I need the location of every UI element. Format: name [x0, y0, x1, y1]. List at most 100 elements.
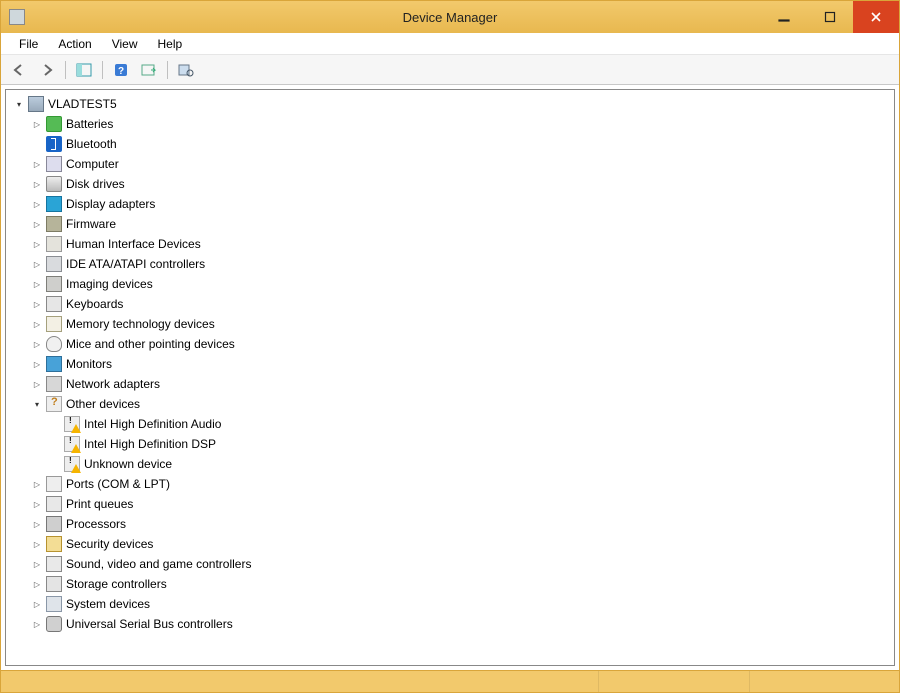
- tree-item-label: Universal Serial Bus controllers: [66, 617, 233, 631]
- tree-item[interactable]: ▷ Display adapters: [12, 194, 892, 214]
- close-button[interactable]: [853, 1, 899, 33]
- chevron-right-icon[interactable]: ▷: [30, 617, 44, 631]
- tree-item[interactable]: ▷ IDE ATA/ATAPI controllers: [12, 254, 892, 274]
- battery-icon: [46, 116, 62, 132]
- system-icon: [46, 596, 62, 612]
- chevron-down-icon[interactable]: ▾: [12, 97, 26, 111]
- tree-item[interactable]: ▷ Universal Serial Bus controllers: [12, 614, 892, 634]
- device-manager-window: Device Manager File Action View Help: [0, 0, 900, 693]
- tree-item-label: Ports (COM & LPT): [66, 477, 170, 491]
- tree-item[interactable]: ▷ Human Interface Devices: [12, 234, 892, 254]
- tree-item-label: Disk drives: [66, 177, 125, 191]
- chevron-right-icon[interactable]: ▷: [30, 177, 44, 191]
- tree-item[interactable]: ▷ Monitors: [12, 354, 892, 374]
- chevron-right-icon[interactable]: ▷: [30, 257, 44, 271]
- toolbar-scan-button[interactable]: [137, 59, 161, 81]
- pc-icon: [46, 156, 62, 172]
- chevron-right-icon[interactable]: ▷: [30, 197, 44, 211]
- chevron-right-icon[interactable]: ▷: [30, 217, 44, 231]
- toolbar-help-button[interactable]: ?: [109, 59, 133, 81]
- mouse-icon: [46, 336, 62, 352]
- tree-item-label: Display adapters: [66, 197, 155, 211]
- chevron-right-icon[interactable]: ▷: [30, 537, 44, 551]
- chevron-right-icon[interactable]: ▷: [30, 157, 44, 171]
- tree-item-label: Other devices: [66, 397, 140, 411]
- menu-file[interactable]: File: [9, 35, 48, 53]
- tree-item[interactable]: ▷ Disk drives: [12, 174, 892, 194]
- toolbar-forward-button[interactable]: [35, 59, 59, 81]
- tree-item[interactable]: ▾ Other devices: [12, 394, 892, 414]
- minimize-button[interactable]: [761, 1, 807, 33]
- tree-item-label: Memory technology devices: [66, 317, 215, 331]
- other-icon: [64, 416, 80, 432]
- tree-item[interactable]: Bluetooth: [12, 134, 892, 154]
- tree-item[interactable]: ▷Storage controllers: [12, 574, 892, 594]
- disk-icon: [46, 176, 62, 192]
- menubar: File Action View Help: [1, 33, 899, 55]
- tree-item[interactable]: ▷Network adapters: [12, 374, 892, 394]
- tree-item[interactable]: ▷Computer: [12, 154, 892, 174]
- chevron-right-icon[interactable]: ▷: [30, 477, 44, 491]
- chevron-right-icon[interactable]: ▷: [30, 337, 44, 351]
- tree-item-label: Keyboards: [66, 297, 123, 311]
- chevron-right-icon[interactable]: ▷: [30, 497, 44, 511]
- tree-item[interactable]: ▷Imaging devices: [12, 274, 892, 294]
- tree-item[interactable]: ▷Batteries: [12, 114, 892, 134]
- firmware-icon: [46, 216, 62, 232]
- tree-view[interactable]: ▾VLADTEST5▷BatteriesBluetooth▷Computer▷D…: [5, 89, 895, 666]
- computer-icon: [28, 96, 44, 112]
- statusbar: [1, 670, 899, 692]
- tree-item-label: Intel High Definition DSP: [84, 437, 216, 451]
- tree-item[interactable]: Intel High Definition DSP: [12, 434, 892, 454]
- tree-item-label: IDE ATA/ATAPI controllers: [66, 257, 205, 271]
- chevron-right-icon[interactable]: ▷: [30, 577, 44, 591]
- tree-pane-icon: [76, 63, 92, 77]
- toolbar-tree-button[interactable]: [72, 59, 96, 81]
- tree-item[interactable]: ▷Sound, video and game controllers: [12, 554, 892, 574]
- menu-view[interactable]: View: [102, 35, 148, 53]
- tree-item[interactable]: ▷Security devices: [12, 534, 892, 554]
- chevron-right-icon[interactable]: ▷: [30, 117, 44, 131]
- titlebar[interactable]: Device Manager: [1, 1, 899, 33]
- chevron-right-icon[interactable]: ▷: [30, 317, 44, 331]
- tree-item-label: Human Interface Devices: [66, 237, 201, 251]
- chevron-right-icon[interactable]: ▷: [30, 377, 44, 391]
- maximize-button[interactable]: [807, 1, 853, 33]
- tree-item[interactable]: ▷Mice and other pointing devices: [12, 334, 892, 354]
- chevron-right-icon[interactable]: ▷: [30, 517, 44, 531]
- other-icon: [46, 396, 62, 412]
- chevron-right-icon[interactable]: ▷: [30, 557, 44, 571]
- storage-icon: [46, 576, 62, 592]
- chevron-right-icon[interactable]: ▷: [30, 277, 44, 291]
- tree-item[interactable]: ▷ Memory technology devices: [12, 314, 892, 334]
- window-buttons: [761, 1, 899, 33]
- menu-action[interactable]: Action: [48, 35, 101, 53]
- tree-item[interactable]: ▷Processors: [12, 514, 892, 534]
- chevron-right-icon[interactable]: ▷: [30, 237, 44, 251]
- imaging-icon: [46, 276, 62, 292]
- toolbar-back-button[interactable]: [7, 59, 31, 81]
- tree-item[interactable]: ▷ Ports (COM & LPT): [12, 474, 892, 494]
- tree-item[interactable]: Unknown device: [12, 454, 892, 474]
- tree-item[interactable]: ▾VLADTEST5: [12, 94, 892, 114]
- tree-item[interactable]: Intel High Definition Audio: [12, 414, 892, 434]
- close-icon: [870, 11, 882, 23]
- tree-item[interactable]: ▷ Keyboards: [12, 294, 892, 314]
- arrow-right-icon: [40, 64, 54, 76]
- other-icon: [64, 456, 80, 472]
- tree-item-label: Bluetooth: [66, 137, 117, 151]
- tree-item-label: System devices: [66, 597, 150, 611]
- tree-item-label: Unknown device: [84, 457, 172, 471]
- hid-icon: [46, 236, 62, 252]
- chevron-right-icon[interactable]: ▷: [30, 297, 44, 311]
- toolbar-view-button[interactable]: [174, 59, 198, 81]
- tree-item[interactable]: ▷Firmware: [12, 214, 892, 234]
- chevron-right-icon[interactable]: ▷: [30, 597, 44, 611]
- maximize-icon: [824, 11, 836, 23]
- tree-item-label: Monitors: [66, 357, 112, 371]
- menu-help[interactable]: Help: [148, 35, 193, 53]
- tree-item[interactable]: ▷Print queues: [12, 494, 892, 514]
- chevron-right-icon[interactable]: ▷: [30, 357, 44, 371]
- tree-item[interactable]: ▷ System devices: [12, 594, 892, 614]
- chevron-down-icon[interactable]: ▾: [30, 397, 44, 411]
